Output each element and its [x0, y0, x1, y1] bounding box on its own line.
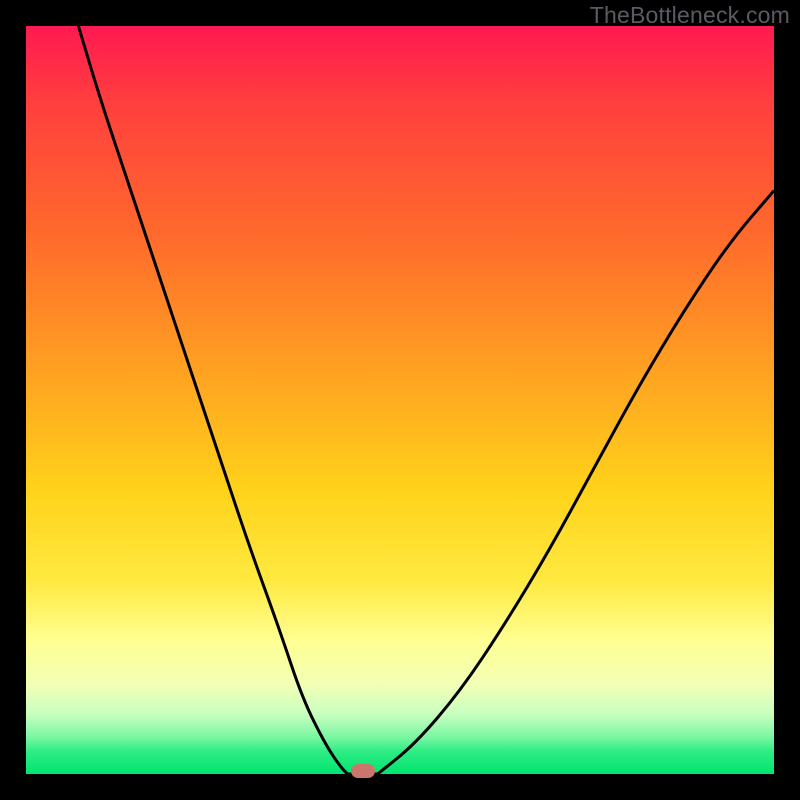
minimum-marker	[351, 764, 375, 778]
chart-frame: TheBottleneck.com	[0, 0, 800, 800]
watermark-text: TheBottleneck.com	[590, 2, 790, 29]
bottleneck-curve	[26, 26, 774, 774]
curve-path	[78, 26, 774, 774]
plot-area	[26, 26, 774, 774]
